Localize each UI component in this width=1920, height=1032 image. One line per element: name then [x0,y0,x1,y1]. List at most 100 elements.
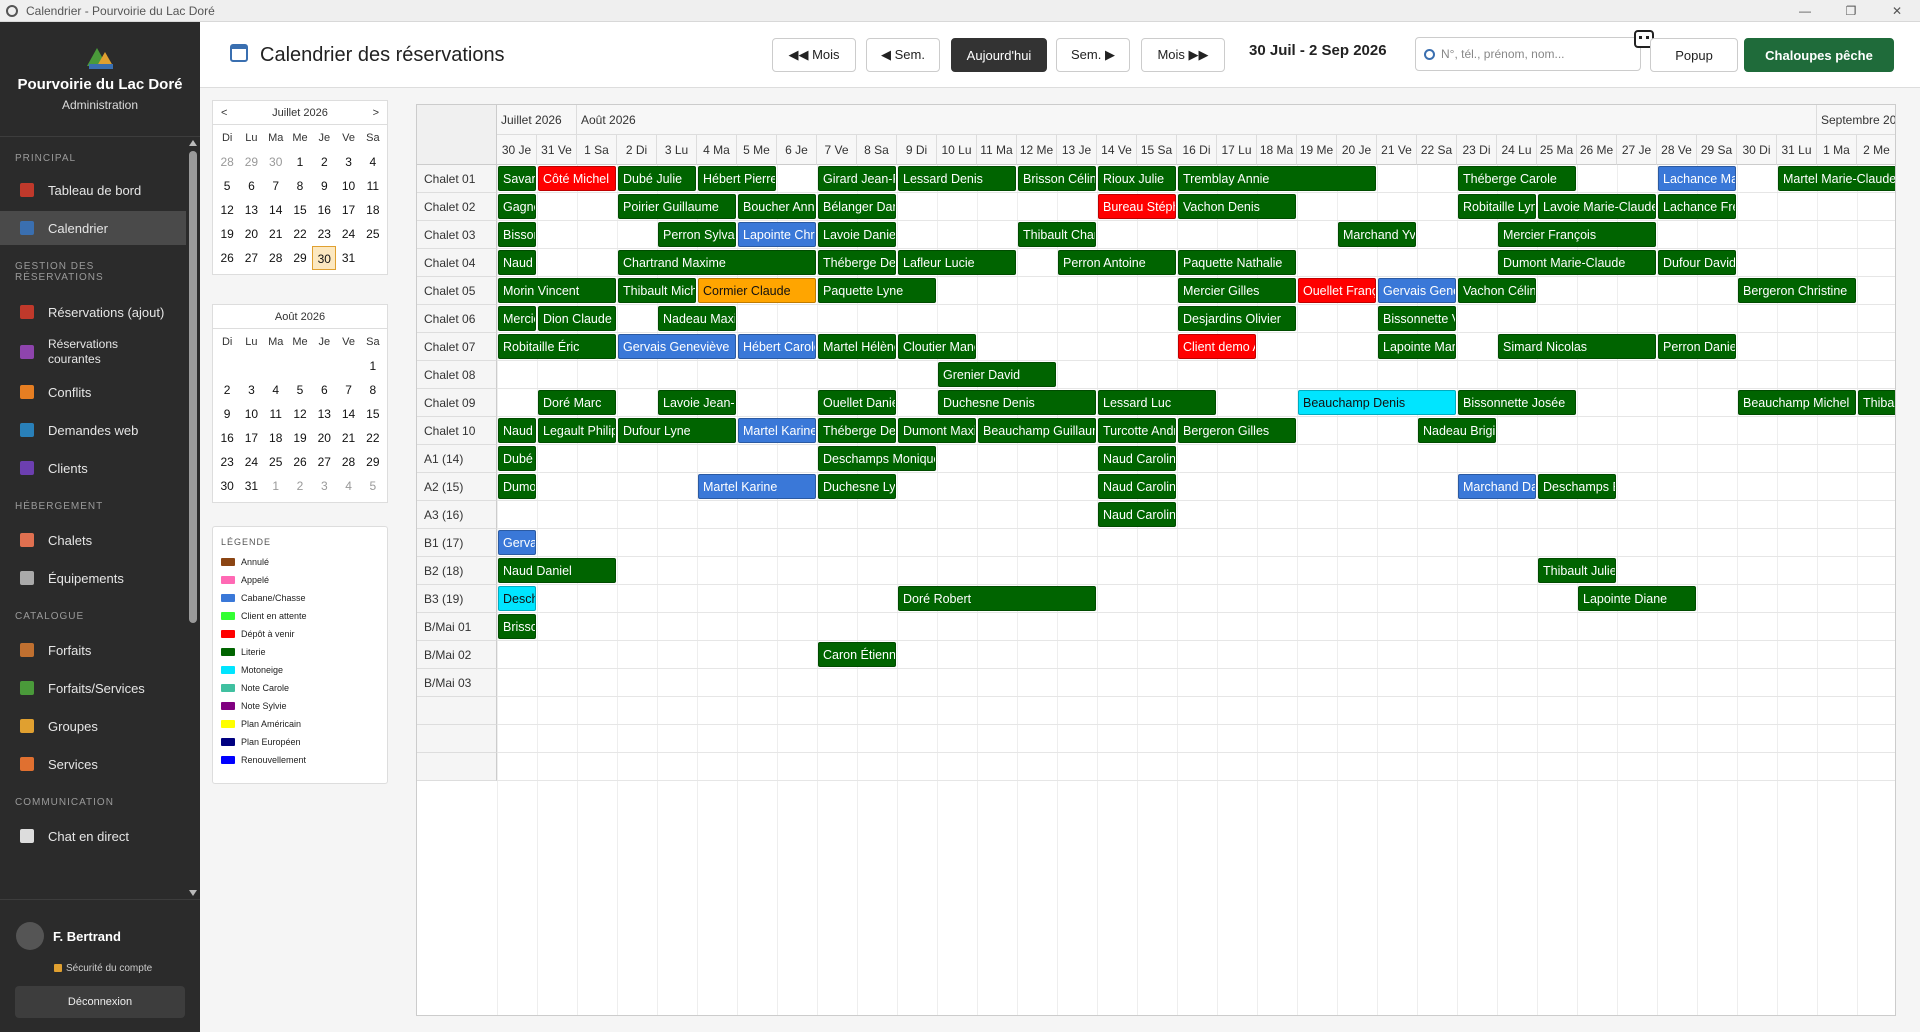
minical-day[interactable]: 30 [215,474,239,498]
reservation-block[interactable]: Duchesne Denis [938,390,1096,415]
minical-day[interactable]: 31 [336,246,360,270]
reservation-block[interactable]: Marchand Daniel [1458,474,1536,499]
prev-month-button[interactable]: ◀◀ Mois [772,38,856,72]
reservation-block[interactable]: Thibault [1858,390,1895,415]
minical-day[interactable]: 14 [264,198,288,222]
minical-day[interactable]: 28 [264,246,288,270]
reservation-block[interactable]: Gervais Geneviève [1378,278,1456,303]
minical-day[interactable]: 1 [264,474,288,498]
minical-day[interactable]: 4 [336,474,360,498]
chaloupes-peche-button[interactable]: Chaloupes pêche [1744,38,1894,72]
reservation-block[interactable]: Lachance Marie [1658,166,1736,191]
reservation-block[interactable]: Naud Caroline [1098,446,1176,471]
minical-day[interactable]: 3 [336,150,360,174]
minical-day[interactable]: 8 [361,378,385,402]
popup-button[interactable]: Popup [1650,38,1738,72]
reservation-block[interactable]: Paquette Lyne [818,278,936,303]
minical-day[interactable]: 15 [288,198,312,222]
reservation-block[interactable]: Naud [498,418,536,443]
minical-day[interactable]: 2 [288,474,312,498]
minical-day[interactable]: 17 [239,426,263,450]
scrollbar-thumb[interactable] [189,151,197,623]
reservation-block[interactable]: Dion Claude [538,306,616,331]
reservation-block[interactable]: Robitaille Éric [498,334,616,359]
minical-day[interactable]: 26 [215,246,239,270]
reservation-block[interactable]: Brisson [498,614,536,639]
reservation-block[interactable]: Dumont Maxime [898,418,976,443]
reservation-block[interactable]: Ouellet François [1298,278,1376,303]
maximize-button[interactable]: ❐ [1828,0,1874,22]
minical-day[interactable]: 21 [336,426,360,450]
reservation-block[interactable]: Beauchamp Michel [1738,390,1856,415]
reservation-block[interactable]: Girard Jean-F [818,166,896,191]
reservation-block[interactable]: Bisson [498,222,536,247]
minical-day[interactable]: 13 [312,402,336,426]
minical-day[interactable]: 16 [215,426,239,450]
reservation-block[interactable]: Côté Michel [538,166,616,191]
reservation-block[interactable]: Duchesne Lyne [818,474,896,499]
reservation-block[interactable]: Paquette Nathalie [1178,250,1296,275]
reservation-block[interactable]: Lessard Denis [898,166,1016,191]
minical-day[interactable]: 5 [215,174,239,198]
scroll-up-icon[interactable] [189,140,197,146]
reservation-block[interactable]: Desjardins Olivier [1178,306,1296,331]
minical-day[interactable]: 13 [239,198,263,222]
reservation-block[interactable]: Thibault Michel [618,278,696,303]
minical-day[interactable]: 20 [312,426,336,450]
reservation-block[interactable]: Bissonnette Véronique [1378,306,1456,331]
reservation-block[interactable]: Lavoie Marie-Claude [1538,194,1656,219]
reservation-block[interactable]: Bergeron Gilles [1178,418,1296,443]
minical-day[interactable]: 11 [361,174,385,198]
reservation-block[interactable]: Beauchamp Denis [1298,390,1456,415]
reservation-block[interactable]: Boucher Annie [738,194,816,219]
reservation-block[interactable]: Doré Marc [538,390,616,415]
reservation-block[interactable]: Lapointe Christine [738,222,816,247]
minical-day[interactable]: 7 [264,174,288,198]
reservation-block[interactable]: Robitaille Lyne [1458,194,1536,219]
minical-day[interactable]: 23 [215,450,239,474]
minical-day[interactable]: 20 [239,222,263,246]
reservation-block[interactable]: Vachon Denis [1178,194,1296,219]
minical-day[interactable]: 26 [288,450,312,474]
reservation-block[interactable]: Bissonnette Josée [1458,390,1576,415]
sidebar-item-services[interactable]: Services [0,747,186,781]
sidebar-item-équipements[interactable]: Équipements [0,561,186,595]
reservation-block[interactable]: Mercier [498,306,536,331]
sidebar-item-demandes-web[interactable]: Demandes web [0,413,186,447]
reservation-block[interactable]: Dubé [498,446,536,471]
minical-day[interactable]: 27 [239,246,263,270]
reservation-block[interactable]: Deschamps [498,586,536,611]
minical-day[interactable]: 18 [361,198,385,222]
sidebar-item-groupes[interactable]: Groupes [0,709,186,743]
reservation-block[interactable]: Dumont Marie-Claude [1498,250,1656,275]
minical-day[interactable]: 28 [215,150,239,174]
reservation-block[interactable]: Naud Caroline [1098,502,1176,527]
reservation-block[interactable]: Bergeron Christine [1738,278,1856,303]
reservation-block[interactable]: Tremblay Annie [1178,166,1376,191]
reservation-block[interactable]: Naud [498,250,536,275]
reservation-block[interactable]: Gervais [498,530,536,555]
minical-day[interactable]: 14 [336,402,360,426]
reservation-block[interactable]: Dufour Lyne [618,418,736,443]
reservation-block[interactable]: Morin Vincent [498,278,616,303]
minical-day[interactable]: 16 [312,198,336,222]
reservation-block[interactable]: Gervais Geneviève [618,334,736,359]
reservation-block[interactable]: Théberge Carole [1458,166,1576,191]
minical-day[interactable]: 10 [336,174,360,198]
reservation-block[interactable]: Perron Daniel [1658,334,1736,359]
minical-day[interactable]: 22 [288,222,312,246]
minical-day[interactable]: 2 [215,378,239,402]
minical-day[interactable]: 1 [288,150,312,174]
reservation-block[interactable]: Caron Étienne [818,642,896,667]
minical-day[interactable]: 23 [312,222,336,246]
reservation-block[interactable]: Dufour David [1658,250,1736,275]
reservation-block[interactable]: Legault Philippe [538,418,616,443]
reservation-block[interactable]: Cormier Claude [698,278,816,303]
minical-day[interactable]: 12 [215,198,239,222]
reservation-block[interactable]: Lapointe Diane [1578,586,1696,611]
reservation-block[interactable]: Client demo A [1178,334,1256,359]
sidebar-item-tableau-de-bord[interactable]: Tableau de bord [0,173,186,207]
reservation-block[interactable]: Martel Marie-Claude [1778,166,1895,191]
reservation-block[interactable]: Savard [498,166,536,191]
minical-day[interactable]: 2 [312,150,336,174]
